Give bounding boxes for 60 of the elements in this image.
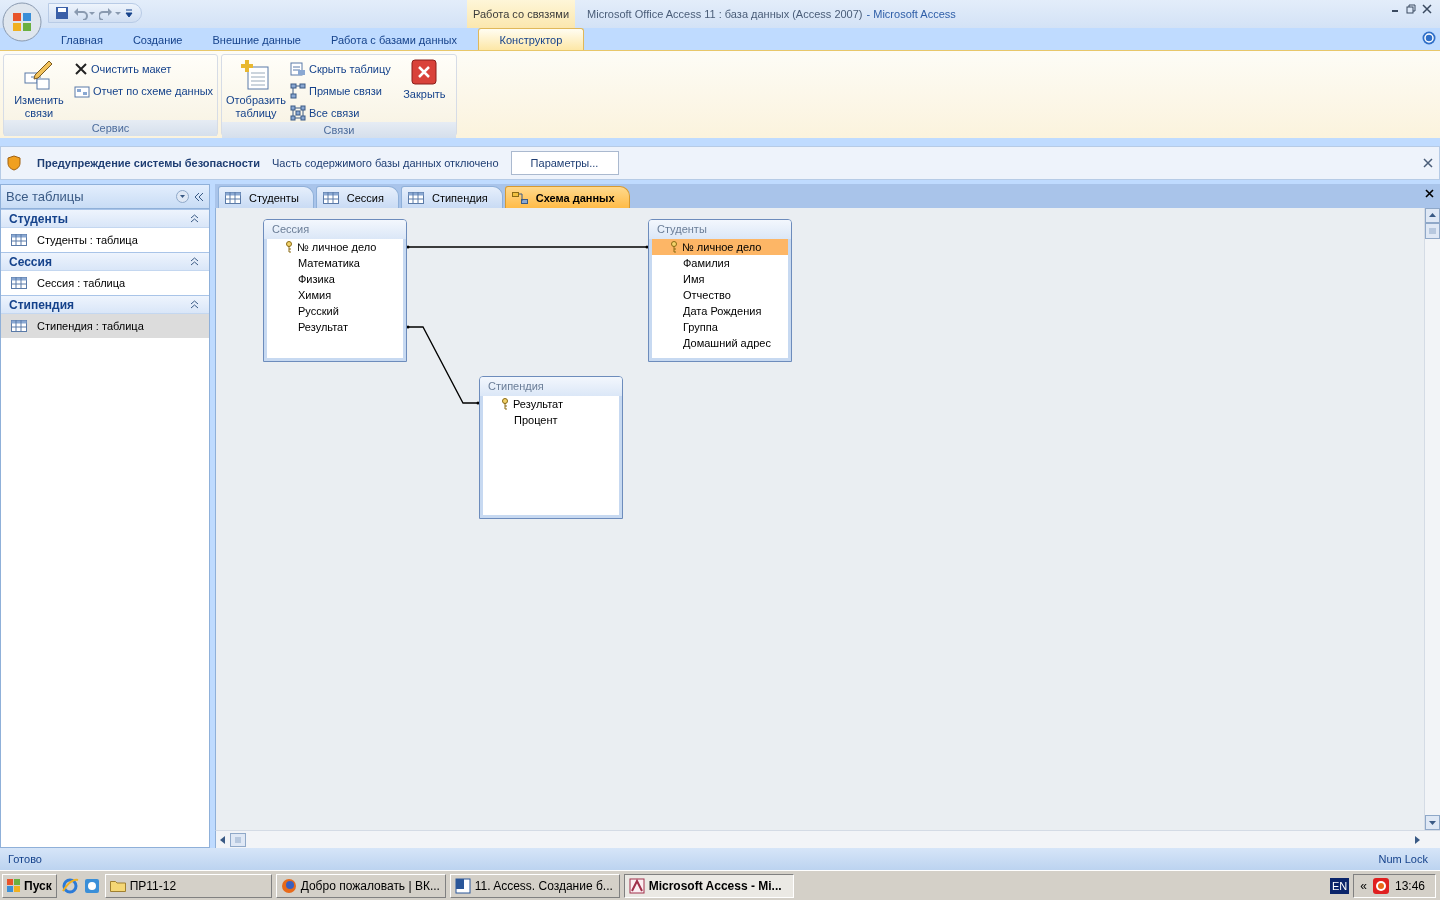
table-field[interactable]: Процент	[483, 412, 619, 428]
ribbon-button[interactable]: Закрыть	[394, 57, 454, 122]
table-field[interactable]: Результат	[267, 319, 403, 335]
document-tab[interactable]: Схема данных	[504, 186, 630, 208]
document-tab[interactable]: Стипендия	[400, 186, 503, 208]
status-text: Готово	[8, 853, 42, 865]
table-field[interactable]: Имя	[652, 271, 788, 287]
window-title-app: - Microsoft Access	[866, 7, 956, 22]
ribbon-button[interactable]: Скрыть таблицу	[289, 60, 391, 78]
ribbon-tab[interactable]: Конструктор	[477, 28, 584, 50]
options-button[interactable]: Параметры...	[510, 151, 619, 175]
navigation-group-header[interactable]: Студенты	[1, 209, 209, 228]
table-field[interactable]: № личное дело	[652, 239, 788, 255]
contextual-tab-group: Работа со связями	[467, 0, 576, 28]
ribbon-button[interactable]: Все связи	[289, 104, 391, 122]
table-window-title[interactable]: Студенты	[649, 220, 791, 239]
table-field[interactable]: Физика	[267, 271, 403, 287]
ribbon-button[interactable]: Прямые связи	[289, 82, 391, 100]
taskbar-button[interactable]: Microsoft Access - Mi...	[623, 873, 794, 898]
ribbon-button[interactable]: Отчет по схеме данных	[74, 82, 214, 100]
table-field[interactable]: Химия	[267, 287, 403, 303]
ribbon-tab[interactable]: Главная	[46, 28, 118, 50]
table-field[interactable]: Математика	[267, 255, 403, 271]
document-tab[interactable]: Сессия	[315, 186, 399, 208]
table-field[interactable]: Русский	[267, 303, 403, 319]
window-title: Microsoft Office Access 11 : база данных (Access 2007)	[587, 7, 863, 22]
language-indicator[interactable]: EN	[1330, 877, 1350, 894]
security-warning-title: Предупреждение системы безопасности	[37, 157, 260, 169]
table-field[interactable]: Группа	[652, 319, 788, 335]
navigation-item[interactable]: Стипендия : таблица	[1, 314, 209, 338]
table-field[interactable]: Фамилия	[652, 255, 788, 271]
ribbon-tab[interactable]: Внешние данные	[197, 28, 316, 50]
ribbon-button[interactable]: Очистить макет	[74, 60, 214, 78]
table-window[interactable]: Студенты № личное дело Фамилия Имя Отчество Дата Рождения Группа Домашний адрес	[648, 219, 792, 362]
navigation-group-header[interactable]: Сессия	[1, 252, 209, 271]
table-window-title[interactable]: Сессия	[264, 220, 406, 239]
table-window-title[interactable]: Стипендия	[480, 377, 622, 396]
taskbar-button[interactable]: ПР11-12	[104, 873, 272, 898]
table-field[interactable]: Результат	[483, 396, 619, 412]
ribbon-tab[interactable]: Работа с базами данных	[315, 28, 472, 50]
security-warning-message: Часть содержимого базы данных отключено	[271, 157, 499, 169]
table-field[interactable]: Домашний адрес	[652, 335, 788, 351]
ribbon-button[interactable]: Отобразить таблицу	[226, 57, 286, 122]
ribbon-group-label: Сервис	[4, 120, 217, 136]
table-field[interactable]: Отчество	[652, 287, 788, 303]
ribbon-tab[interactable]: Создание	[117, 28, 198, 50]
num-lock-indicator: Num Lock	[1378, 853, 1428, 865]
table-window[interactable]: Сессия № личное дело Математика Физика Химия Русский Результат	[263, 219, 407, 362]
ribbon-group-label: Связи	[222, 122, 456, 138]
navigation-group-header[interactable]: Стипендия	[1, 295, 209, 314]
ribbon-button[interactable]: Изменить связи	[8, 57, 70, 120]
table-field[interactable]: Дата Рождения	[652, 303, 788, 319]
start-button[interactable]: Пуск	[2, 873, 57, 898]
taskbar-button[interactable]: Добро пожаловать | ВК...	[275, 873, 446, 898]
clock: 13:46	[1394, 878, 1425, 893]
show-hidden-icons-button[interactable]: «	[1360, 878, 1367, 893]
taskbar-button[interactable]: 11. Access. Создание б...	[449, 873, 620, 898]
table-field[interactable]: № личное дело	[267, 239, 403, 255]
table-window[interactable]: Стипендия Результат Процент	[479, 376, 623, 519]
document-tab[interactable]: Студенты	[218, 186, 314, 208]
